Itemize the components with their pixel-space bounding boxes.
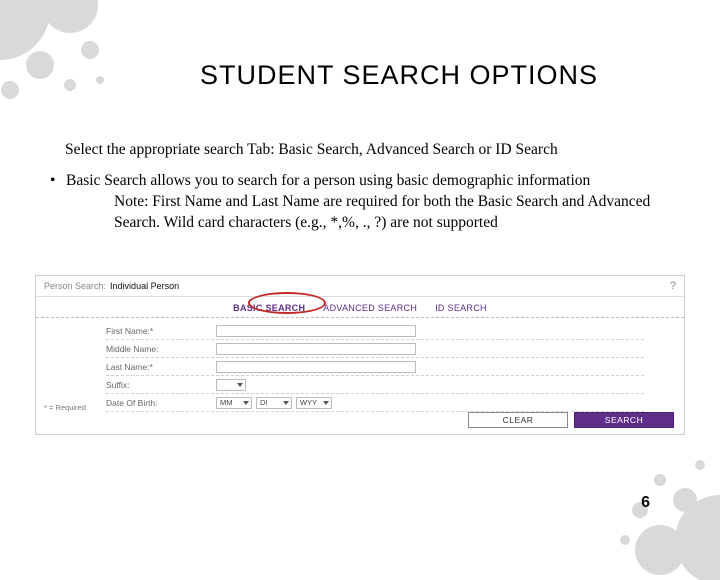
clear-button[interactable]: CLEAR (468, 412, 568, 428)
label-middle-name: Middle Name: (106, 344, 216, 354)
panel-title: Individual Person (110, 281, 179, 291)
label-last-name: Last Name:* (106, 362, 216, 372)
search-button[interactable]: SEARCH (574, 412, 674, 428)
slide-title: STUDENT SEARCH OPTIONS (200, 60, 598, 91)
select-dob-day[interactable]: DI (256, 397, 292, 409)
bullet-basic-search: Basic Search allows you to search for a … (66, 172, 590, 189)
tab-advanced-search[interactable]: ADVANCED SEARCH (323, 303, 417, 313)
select-dob-year[interactable]: WYY (296, 397, 332, 409)
select-dob-month[interactable]: MM (216, 397, 252, 409)
input-last-name[interactable] (216, 361, 416, 373)
help-icon[interactable]: ? (670, 280, 676, 292)
label-first-name: First Name:* (106, 326, 216, 336)
embedded-screenshot: Person Search: Individual Person ? BASIC… (35, 275, 685, 435)
input-first-name[interactable] (216, 325, 416, 337)
required-legend: * = Required (44, 403, 86, 412)
input-middle-name[interactable] (216, 343, 416, 355)
label-dob: Date Of Birth: (106, 398, 216, 408)
tab-basic-search[interactable]: BASIC SEARCH (233, 303, 305, 313)
decorative-dots-bottom-right (600, 430, 720, 580)
intro-text: Select the appropriate search Tab: Basic… (65, 140, 680, 161)
note-text: Note: First Name and Last Name are requi… (114, 192, 680, 234)
tab-id-search[interactable]: ID SEARCH (435, 303, 487, 313)
page-number: 6 (641, 494, 650, 512)
panel-title-muted: Person Search: (44, 281, 106, 291)
select-suffix[interactable] (216, 379, 246, 391)
decorative-dots-top-left (0, 0, 120, 110)
label-suffix: Suffix: (106, 380, 216, 390)
